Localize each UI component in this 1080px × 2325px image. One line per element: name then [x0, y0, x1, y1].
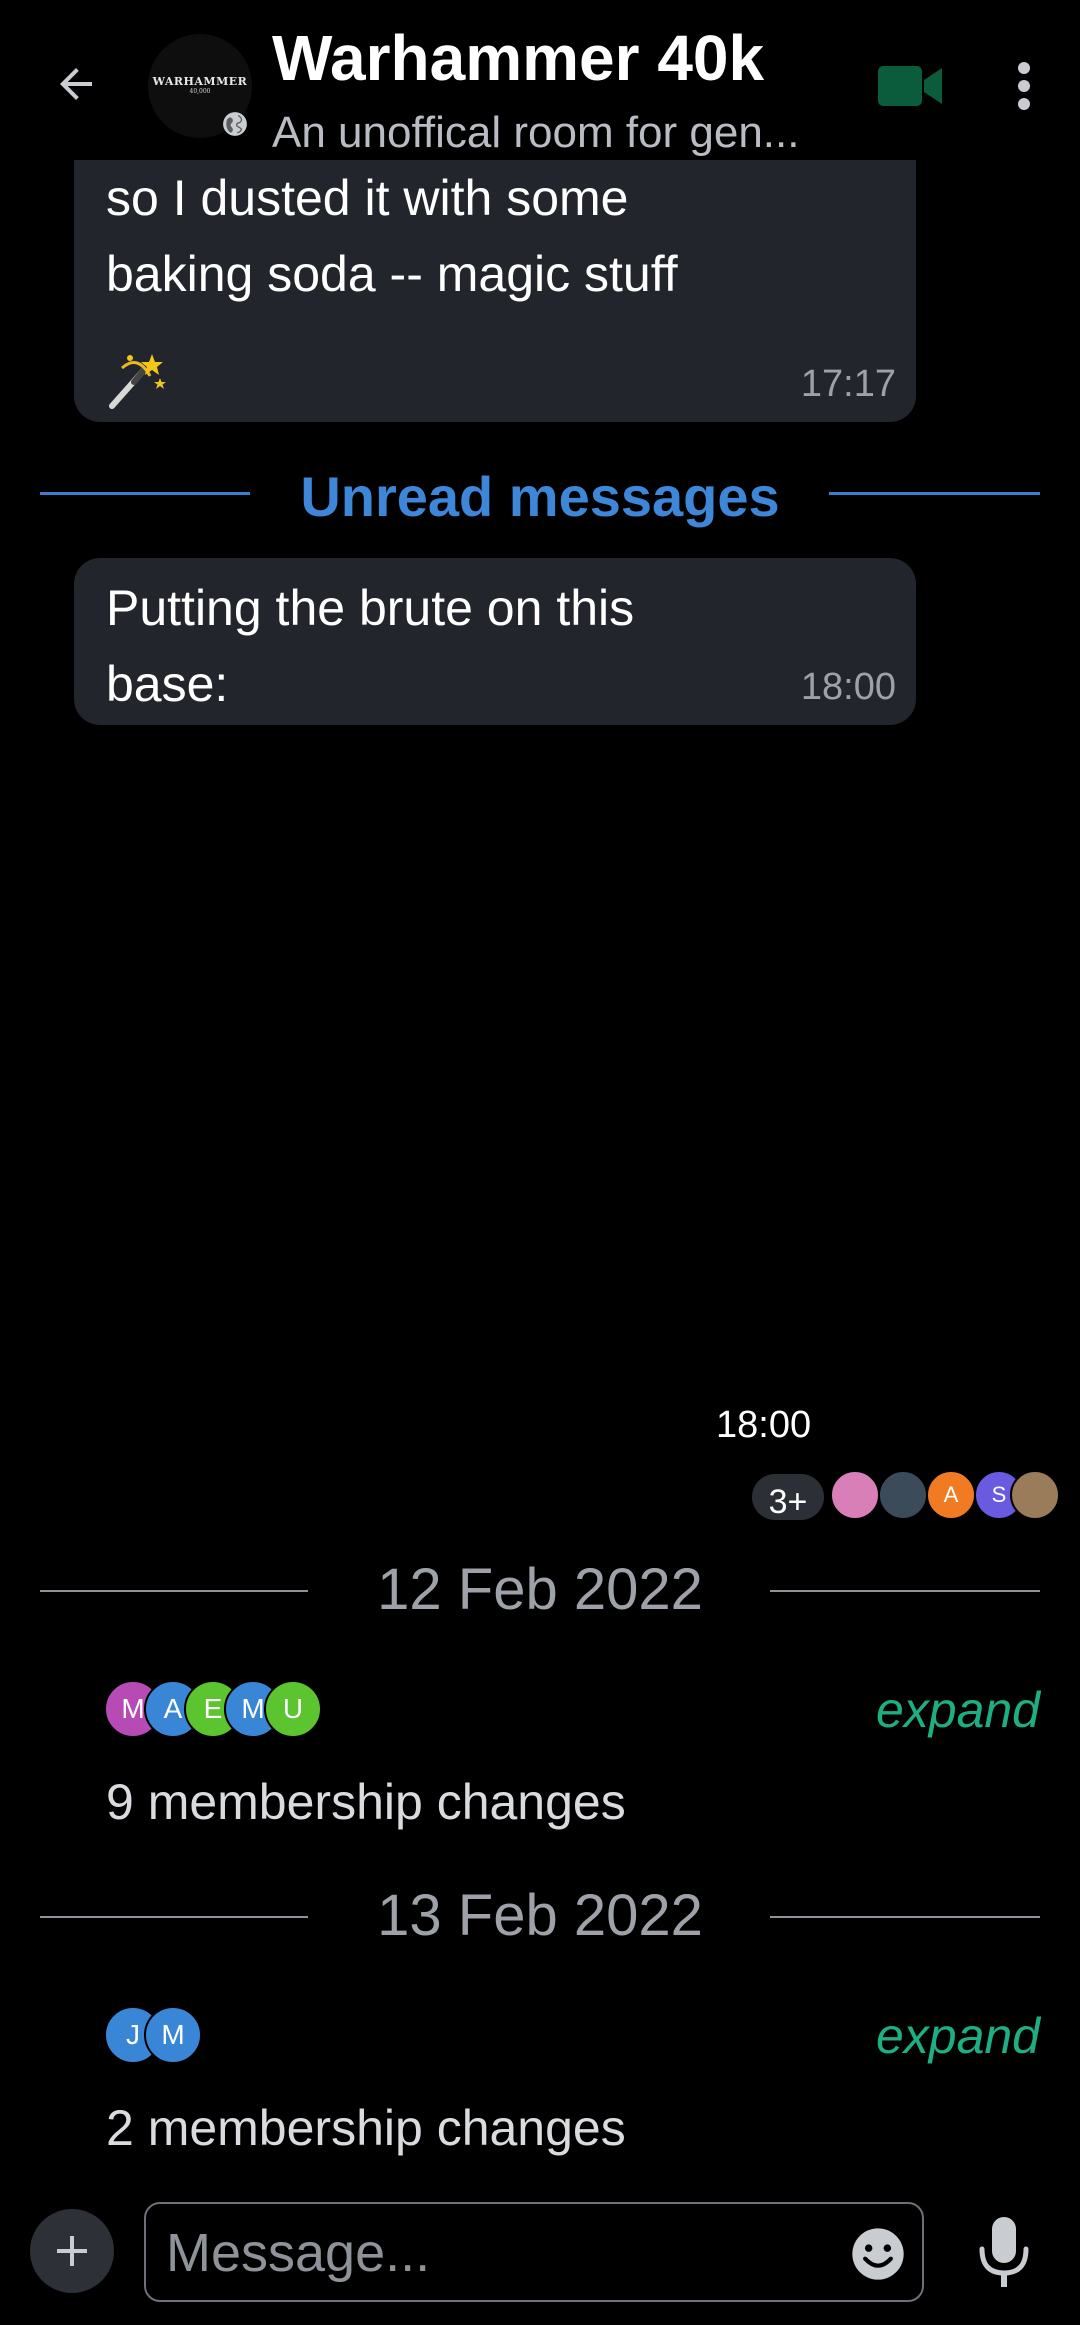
video-call-button[interactable] [876, 58, 946, 114]
separator-line [770, 1590, 1040, 1592]
expand-link[interactable]: expand [876, 1680, 1040, 1740]
magic-wand-icon [109, 354, 166, 409]
member-avatar: U [264, 1680, 322, 1738]
read-receipt-avatar [878, 1470, 928, 1520]
membership-summary: 2 membership changes [106, 2100, 626, 2156]
arrow-left-icon [60, 68, 92, 100]
read-receipt-avatar: A [926, 1470, 976, 1520]
room-avatar-logo-subtext: 40,000 [189, 88, 211, 95]
video-camera-icon [878, 66, 942, 106]
plus-icon [57, 2236, 87, 2266]
globe-icon [223, 112, 247, 136]
room-topic-row[interactable]: An unoffical room for gen... [222, 105, 817, 161]
room-topic: An unoffical room for gen... [272, 108, 800, 157]
unread-messages-separator: Unread messages [40, 462, 1040, 532]
membership-summary: 9 membership changes [106, 1774, 626, 1830]
read-receipt-avatar [830, 1470, 880, 1520]
message-bubble[interactable]: for some unknown reason, so I dusted it … [74, 160, 916, 422]
room-avatar-logo-text: WARHAMMER [152, 75, 248, 88]
attach-button[interactable] [30, 2209, 114, 2293]
message-timestamp: 17:17 [800, 363, 896, 405]
membership-changes-group: M A E M U expand 9 membership changes [104, 1680, 1040, 1870]
back-button[interactable] [40, 48, 112, 120]
membership-changes-group: J M expand 2 membership changes [104, 2006, 1040, 2196]
message-timestamp: 18:00 [716, 1404, 812, 1446]
voice-message-button[interactable] [966, 2212, 1042, 2296]
room-title[interactable]: Warhammer 40k [272, 20, 764, 96]
read-receipt-avatar [1010, 1470, 1060, 1520]
unread-messages-label: Unread messages [300, 465, 780, 528]
message-composer [0, 2200, 1080, 2325]
member-avatar: M [144, 2006, 202, 2064]
message-input[interactable] [164, 2204, 828, 2302]
separator-line [770, 1916, 1040, 1918]
date-separator: 12 Feb 2022 [40, 1550, 1040, 1630]
more-vertical-icon [1018, 62, 1030, 110]
date-separator: 13 Feb 2022 [40, 1876, 1040, 1956]
emoji-icon[interactable] [850, 2226, 906, 2282]
room-header: WARHAMMER 40,000 Warhammer 40k An unoffi… [0, 0, 1080, 160]
message-field[interactable] [144, 2202, 924, 2302]
read-receipt-count: 3+ [752, 1474, 824, 1520]
room-menu-button[interactable] [996, 50, 1052, 122]
message-timestamp: 18:00 [800, 666, 896, 708]
message-text: Putting the brute on this base: [106, 580, 635, 712]
microphone-icon [979, 2217, 1029, 2287]
message-bubble[interactable]: Putting the brute on this base: 18:00 [74, 558, 916, 725]
read-receipts[interactable]: 3+ A S [752, 1470, 1062, 1520]
expand-link[interactable]: expand [876, 2006, 1040, 2066]
separator-line [829, 492, 1040, 495]
